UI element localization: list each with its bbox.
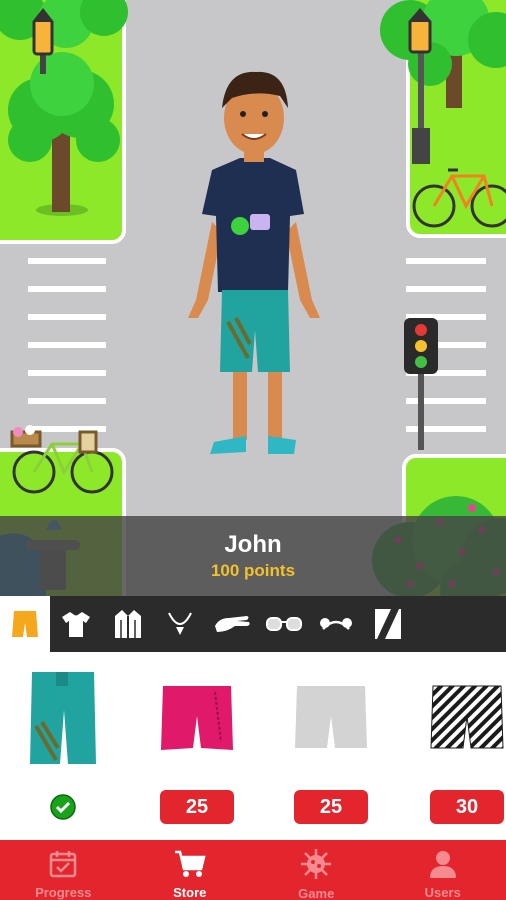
tab-label: Store [173,885,207,900]
calendar-check-icon [50,850,77,877]
category-tab-jackets[interactable] [102,596,154,652]
store-item-teal-shorts[interactable] [8,652,118,840]
category-tab-gloves[interactable] [206,596,258,652]
store-item-grey-shorts[interactable]: 25 [276,652,386,840]
store-items: 25 25 30 [0,652,506,840]
headband-icon [320,618,352,630]
category-tab-glasses[interactable] [258,596,310,652]
pink-shorts-image [161,686,233,750]
category-tab-headbands[interactable] [310,596,362,652]
glove-icon [215,616,250,632]
virus-icon [301,849,332,879]
price-button[interactable]: 30 [430,790,504,824]
price-button[interactable]: 25 [160,790,234,824]
tab-label: Progress [35,885,92,900]
necklace-icon [168,612,192,635]
category-tab-necklaces[interactable] [154,596,206,652]
teal-shorts-image [30,672,96,764]
category-tab-shorts[interactable] [0,596,50,652]
category-tab-backgrounds[interactable] [362,596,414,652]
shorts-icon [12,611,38,637]
tab-store[interactable]: Store [127,840,254,900]
points-balance: 100 points [210,561,296,580]
price-button[interactable]: 25 [294,790,368,824]
store-item-striped-shorts[interactable]: 30 [412,652,506,840]
profile-panel: John 100 points [0,516,506,596]
tab-game[interactable]: Game [253,840,380,900]
category-tab-shirts[interactable] [50,596,102,652]
grey-shorts-image [295,686,367,748]
store-item-pink-shorts[interactable]: 25 [142,652,252,840]
jacket-icon [115,610,141,638]
category-bar [0,596,506,652]
avatar-scene: John 100 points [0,0,506,596]
background-icon [375,609,401,639]
tab-progress[interactable]: Progress [0,840,127,900]
user-name: John [224,531,282,558]
bottom-tab-bar: Progress Store Game Users [0,840,506,900]
glasses-icon [266,617,302,631]
tab-label: Game [298,886,335,900]
striped-shorts-image [430,685,504,749]
owned-check-icon [50,794,76,820]
avatar-character [188,71,320,454]
cart-icon [174,850,206,877]
tab-label: Users [424,885,461,900]
tab-users[interactable]: Users [380,840,506,900]
tshirt-icon [62,612,90,637]
crosswalk-left [28,258,106,432]
street-background [0,0,506,596]
user-icon [429,850,456,878]
